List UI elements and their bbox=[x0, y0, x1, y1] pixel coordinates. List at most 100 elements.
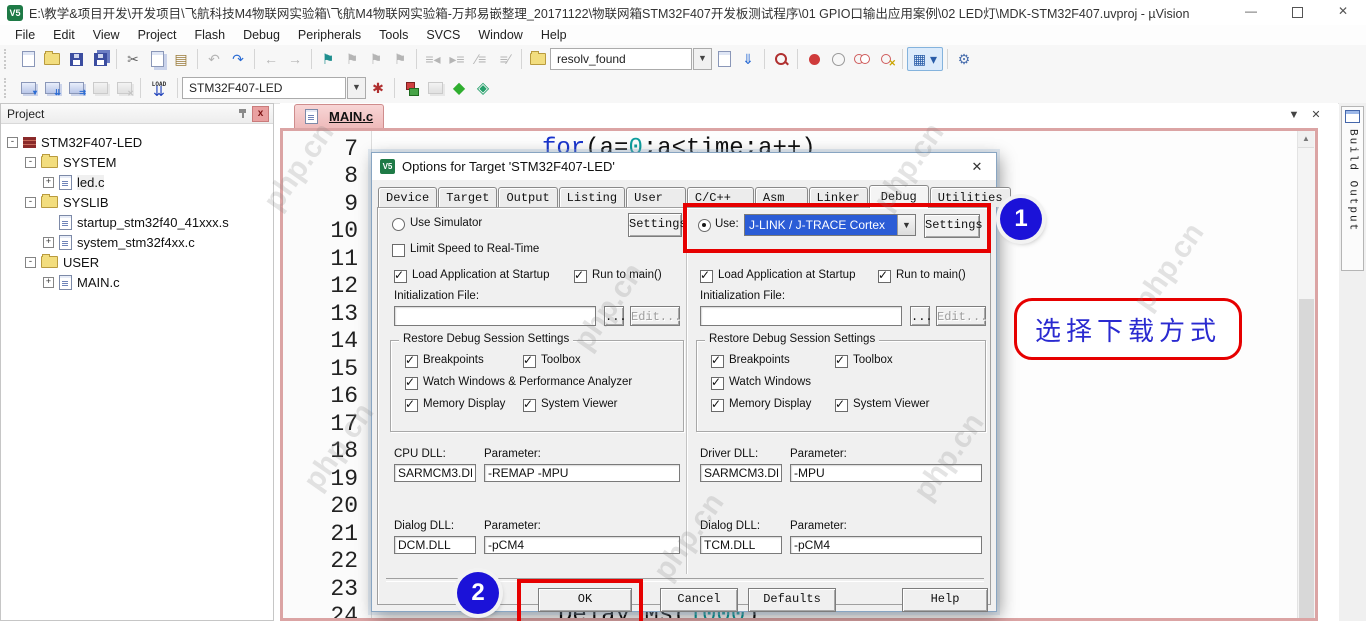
expander-icon[interactable]: - bbox=[25, 256, 36, 268]
nav-back-icon[interactable]: ← bbox=[259, 48, 283, 70]
search-combo-arrow-icon[interactable]: ▼ bbox=[693, 48, 712, 70]
help-button[interactable]: Help bbox=[902, 588, 988, 612]
dialog-param-input-left[interactable] bbox=[484, 536, 680, 554]
bookmarks-clear-icon[interactable]: ⚑ bbox=[388, 48, 412, 70]
tree-item-file[interactable]: + led.c bbox=[1, 172, 105, 192]
manage-components-icon[interactable] bbox=[399, 77, 423, 99]
bookmark-next-icon[interactable]: ⚑ bbox=[364, 48, 388, 70]
save-all-icon[interactable] bbox=[88, 48, 112, 70]
watch-windows-checkbox-right[interactable] bbox=[711, 375, 724, 390]
tree-item-file[interactable]: + system_stm32f4xx.c bbox=[1, 232, 195, 252]
build-output-tab[interactable]: Build Output bbox=[1341, 106, 1364, 271]
tab-device[interactable]: Device bbox=[378, 187, 438, 207]
nav-forward-icon[interactable]: → bbox=[283, 48, 307, 70]
load-app-checkbox-right[interactable] bbox=[700, 268, 713, 283]
window-layout-icon[interactable]: ▦ ▾ bbox=[907, 47, 943, 71]
new-file-icon[interactable] bbox=[16, 48, 40, 70]
tree-item-group[interactable]: - USER bbox=[1, 252, 99, 272]
uncomment-icon[interactable]: ≡∕ bbox=[493, 48, 517, 70]
run-to-main-checkbox-left[interactable] bbox=[574, 268, 587, 283]
pin-icon[interactable] bbox=[238, 108, 248, 119]
init-file-input-right[interactable] bbox=[700, 306, 902, 326]
menu-window[interactable]: Window bbox=[469, 25, 531, 45]
dialog-close-icon[interactable]: ✕ bbox=[968, 158, 986, 176]
redo-icon[interactable]: ↷ bbox=[226, 48, 250, 70]
system-viewer-checkbox-right[interactable] bbox=[835, 397, 848, 412]
indent-left-icon[interactable]: ≡◂ bbox=[421, 48, 445, 70]
magic-wand-icon[interactable]: ✱ bbox=[366, 77, 390, 99]
breakpoints-kill-all-icon[interactable]: ✕ bbox=[874, 48, 898, 70]
tab-target[interactable]: Target bbox=[438, 187, 498, 207]
bookmark-toggle-icon[interactable]: ⚑ bbox=[316, 48, 340, 70]
tree-item-group[interactable]: - SYSTEM bbox=[1, 152, 116, 172]
build-icon[interactable]: ⇊ bbox=[40, 77, 64, 99]
target-select[interactable]: STM32F407-LED bbox=[182, 77, 346, 99]
manage-books-icon[interactable] bbox=[423, 77, 447, 99]
editor-tab-main-c[interactable]: MAIN.c bbox=[294, 104, 385, 128]
project-close-icon[interactable]: x bbox=[252, 105, 269, 122]
dialog-dll-input-right[interactable] bbox=[700, 536, 782, 554]
menu-debug[interactable]: Debug bbox=[234, 25, 289, 45]
driver-dll-input[interactable] bbox=[700, 464, 782, 482]
tab-close-icon[interactable]: ✕ bbox=[1308, 107, 1324, 123]
scrollbar-thumb[interactable] bbox=[1299, 299, 1314, 618]
tab-user[interactable]: User bbox=[626, 187, 686, 207]
copy-icon[interactable] bbox=[145, 48, 169, 70]
editor-scrollbar[interactable]: ▲ bbox=[1297, 131, 1315, 618]
menu-peripherals[interactable]: Peripherals bbox=[289, 25, 370, 45]
paste-icon[interactable]: ▤ bbox=[169, 48, 193, 70]
breakpoints-enable-all-icon[interactable] bbox=[850, 48, 874, 70]
batch-build-icon[interactable] bbox=[88, 77, 112, 99]
edit-button-right[interactable]: Edit... bbox=[936, 306, 987, 326]
menu-file[interactable]: File bbox=[6, 25, 44, 45]
expander-icon[interactable]: - bbox=[25, 196, 36, 208]
defaults-button[interactable]: Defaults bbox=[748, 588, 836, 612]
menu-tools[interactable]: Tools bbox=[370, 25, 417, 45]
pack-installer-icon[interactable]: ◈ bbox=[471, 77, 495, 99]
browse-button-right[interactable]: ... bbox=[910, 306, 933, 326]
save-icon[interactable] bbox=[64, 48, 88, 70]
menu-flash[interactable]: Flash bbox=[185, 25, 234, 45]
find-in-files-icon[interactable] bbox=[712, 48, 736, 70]
memory-display-checkbox-right[interactable] bbox=[711, 397, 724, 412]
translate-icon[interactable]: ▾ bbox=[16, 77, 40, 99]
expander-icon[interactable]: - bbox=[7, 136, 18, 148]
expander-icon[interactable]: + bbox=[43, 236, 54, 248]
rebuild-icon[interactable]: ⇉ bbox=[64, 77, 88, 99]
minimize-icon[interactable]: — bbox=[1228, 0, 1274, 25]
indent-right-icon[interactable]: ▸≡ bbox=[445, 48, 469, 70]
scroll-up-icon[interactable]: ▲ bbox=[1298, 131, 1314, 148]
open-folder-icon[interactable] bbox=[40, 48, 64, 70]
close-icon[interactable]: ✕ bbox=[1320, 0, 1366, 25]
undo-icon[interactable]: ↶ bbox=[202, 48, 226, 70]
bookmark-prev-icon[interactable]: ⚑ bbox=[340, 48, 364, 70]
breakpoints-checkbox-right[interactable] bbox=[711, 353, 724, 368]
menu-project[interactable]: Project bbox=[129, 25, 186, 45]
dialog-title-bar[interactable]: V5 Options for Target 'STM32F407-LED' ✕ bbox=[372, 153, 996, 180]
menu-svcs[interactable]: SVCS bbox=[417, 25, 469, 45]
cut-icon[interactable]: ✂ bbox=[121, 48, 145, 70]
expander-icon[interactable]: + bbox=[43, 176, 54, 188]
stop-build-icon[interactable]: ✕ bbox=[112, 77, 136, 99]
download-icon[interactable]: LOAD ⇊ bbox=[145, 77, 173, 99]
watch-windows-checkbox-left[interactable] bbox=[405, 375, 418, 390]
tree-item-file[interactable]: + MAIN.c bbox=[1, 272, 120, 292]
toolbox-checkbox-left[interactable] bbox=[523, 353, 536, 368]
expander-icon[interactable]: - bbox=[25, 156, 36, 168]
cancel-button[interactable]: Cancel bbox=[660, 588, 738, 612]
toolbox-checkbox-right[interactable] bbox=[835, 353, 848, 368]
tab-list-chevron-icon[interactable]: ▼ bbox=[1286, 107, 1302, 123]
tree-item-target[interactable]: - STM32F407-LED bbox=[1, 132, 142, 152]
dialog-dll-input-left[interactable] bbox=[394, 536, 476, 554]
tab-listing[interactable]: Listing bbox=[558, 187, 626, 207]
limit-speed-checkbox[interactable] bbox=[392, 244, 405, 257]
simulator-settings-button[interactable]: Settings bbox=[628, 213, 687, 237]
use-simulator-radio[interactable] bbox=[392, 218, 405, 231]
dialog-param-input-right[interactable] bbox=[790, 536, 982, 554]
load-app-checkbox-left[interactable] bbox=[394, 268, 407, 283]
find-scope-icon[interactable] bbox=[526, 48, 550, 70]
edit-button-left[interactable]: Edit... bbox=[630, 306, 681, 326]
expander-icon[interactable]: + bbox=[43, 276, 54, 288]
system-viewer-checkbox-left[interactable] bbox=[523, 397, 536, 412]
breakpoint-disable-icon[interactable] bbox=[826, 48, 850, 70]
